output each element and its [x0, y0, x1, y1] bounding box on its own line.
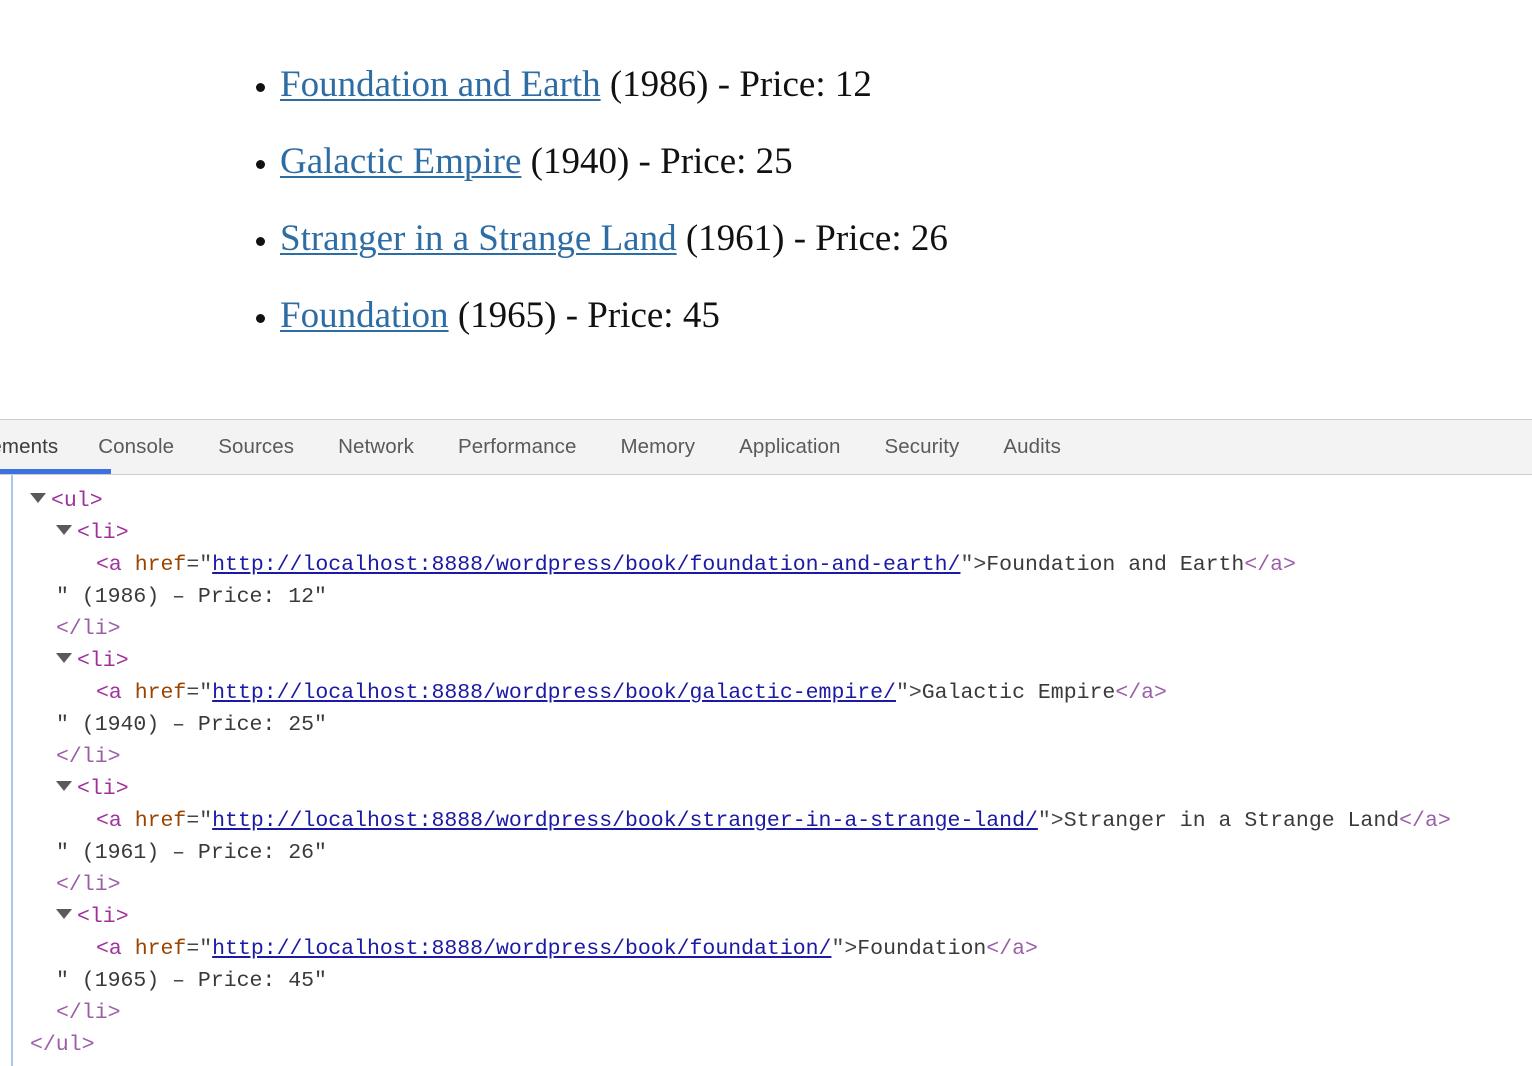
disclosure-triangle-icon[interactable] [56, 909, 72, 919]
book-meta: (1961) - Price: 26 [677, 218, 948, 259]
book-meta: (1986) - Price: 12 [601, 64, 872, 105]
dom-node-a[interactable]: <a href="http://localhost:8888/wordpress… [0, 677, 1532, 709]
book-meta: (1940) - Price: 25 [521, 141, 792, 182]
tab-memory[interactable]: Memory [598, 420, 717, 474]
dom-node-a[interactable]: <a href="http://localhost:8888/wordpress… [0, 549, 1532, 581]
list-item: Foundation (1965) - Price: 45 [280, 277, 1380, 354]
dom-text-node[interactable]: " (1961) – Price: 26" [0, 837, 1532, 869]
dom-node-ul-open[interactable]: <ul> [0, 485, 1532, 517]
dom-text-node[interactable]: " (1940) – Price: 25" [0, 709, 1532, 741]
book-list: Foundation and Earth (1986) - Price: 12 … [280, 46, 1380, 354]
tab-security[interactable]: Security [862, 420, 981, 474]
tab-audits[interactable]: Audits [981, 420, 1083, 474]
tree-indent-guide [11, 475, 13, 1066]
dom-attr-href-link[interactable]: http://localhost:8888/wordpress/book/fou… [212, 553, 960, 577]
dom-node-li-open[interactable]: <li> [0, 901, 1532, 933]
book-link-galactic-empire[interactable]: Galactic Empire [280, 141, 521, 182]
dom-node-a[interactable]: <a href="http://localhost:8888/wordpress… [0, 933, 1532, 965]
dom-node-li-close: </li> [0, 613, 1532, 645]
active-tab-indicator [0, 469, 111, 474]
dom-node-li-close: </li> [0, 741, 1532, 773]
browser-page-viewport: Foundation and Earth (1986) - Price: 12 … [0, 0, 1532, 419]
disclosure-triangle-icon[interactable] [30, 493, 46, 503]
tab-performance[interactable]: Performance [436, 420, 598, 474]
list-item: Stranger in a Strange Land (1961) - Pric… [280, 200, 1380, 277]
dom-text-node[interactable]: " (1986) – Price: 12" [0, 581, 1532, 613]
book-link-stranger-in-a-strange-land[interactable]: Stranger in a Strange Land [280, 218, 677, 259]
list-item: Foundation and Earth (1986) - Price: 12 [280, 46, 1380, 123]
disclosure-triangle-icon[interactable] [56, 653, 72, 663]
dom-attr-href-link[interactable]: http://localhost:8888/wordpress/book/gal… [212, 681, 896, 705]
devtools-panel: Elements Console Sources Network Perform… [0, 419, 1532, 1066]
book-link-foundation-and-earth[interactable]: Foundation and Earth [280, 64, 601, 105]
book-meta: (1965) - Price: 45 [449, 295, 720, 336]
disclosure-triangle-icon[interactable] [56, 525, 72, 535]
dom-node-li-open[interactable]: <li> [0, 517, 1532, 549]
disclosure-triangle-icon[interactable] [56, 781, 72, 791]
dom-node-li-close: </li> [0, 869, 1532, 901]
dom-tree[interactable]: <ul> <li> <a href="http://localhost:8888… [0, 475, 1532, 1066]
tab-elements[interactable]: Elements [0, 420, 76, 474]
dom-node-ul-close: </ul> [0, 1029, 1532, 1061]
list-item: Galactic Empire (1940) - Price: 25 [280, 123, 1380, 200]
dom-text-node[interactable]: " (1965) – Price: 45" [0, 965, 1532, 997]
tab-sources[interactable]: Sources [196, 420, 316, 474]
dom-node-li-open[interactable]: <li> [0, 773, 1532, 805]
tab-network[interactable]: Network [316, 420, 436, 474]
dom-node-li-close: </li> [0, 997, 1532, 1029]
dom-attr-href-link[interactable]: http://localhost:8888/wordpress/book/str… [212, 809, 1038, 833]
tab-console[interactable]: Console [76, 420, 196, 474]
book-link-foundation[interactable]: Foundation [280, 295, 449, 336]
dom-node-a[interactable]: <a href="http://localhost:8888/wordpress… [0, 805, 1532, 837]
devtools-tab-bar: Elements Console Sources Network Perform… [0, 419, 1532, 475]
tab-application[interactable]: Application [717, 420, 862, 474]
dom-attr-href-link[interactable]: http://localhost:8888/wordpress/book/fou… [212, 937, 831, 961]
dom-node-li-open[interactable]: <li> [0, 645, 1532, 677]
